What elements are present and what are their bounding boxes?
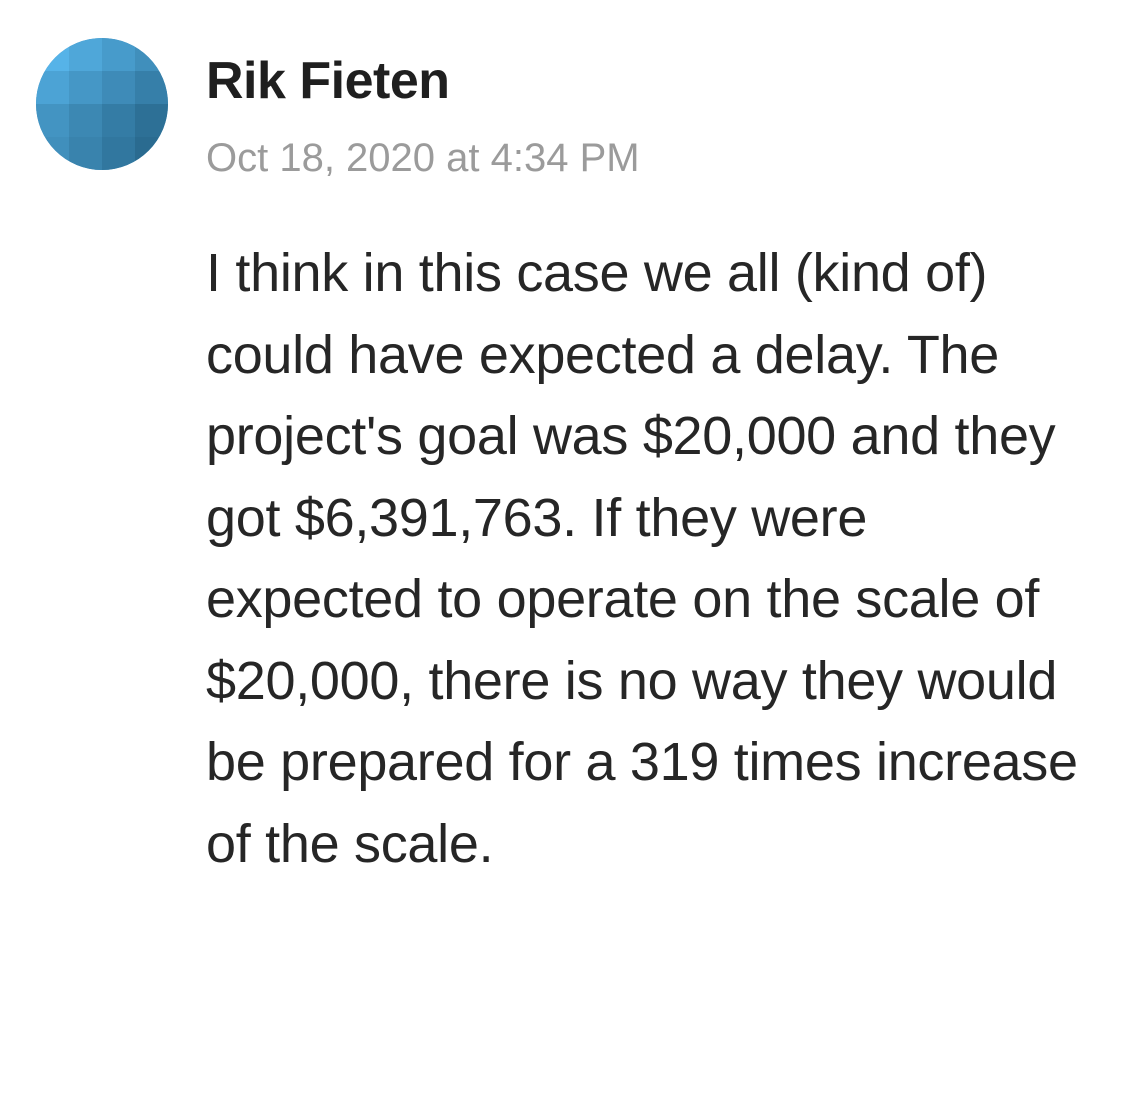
comment-body: I think in this case we all (kind of) co… bbox=[206, 243, 1078, 874]
avatar-tile bbox=[69, 38, 102, 71]
avatar-tile bbox=[36, 71, 69, 104]
comment-author[interactable]: Rik Fieten bbox=[206, 50, 450, 112]
avatar-tile bbox=[36, 38, 69, 71]
avatar-tile bbox=[102, 137, 135, 170]
avatar-tile bbox=[36, 137, 69, 170]
avatar-tile bbox=[69, 137, 102, 170]
avatar-tile bbox=[69, 71, 102, 104]
comment-card: Rik Fieten Oct 18, 2020 at 4:34 PM I thi… bbox=[0, 0, 1125, 1100]
avatar-tile bbox=[102, 38, 135, 71]
avatar-tile bbox=[135, 104, 168, 137]
avatar-tile bbox=[102, 71, 135, 104]
avatar-tile bbox=[69, 104, 102, 137]
avatar-tile bbox=[102, 104, 135, 137]
comment-timestamp: Oct 18, 2020 at 4:34 PM bbox=[206, 136, 640, 180]
user-avatar-icon[interactable] bbox=[36, 38, 168, 170]
avatar-tile bbox=[135, 137, 168, 170]
avatar-tile bbox=[135, 71, 168, 104]
avatar-tile bbox=[135, 38, 168, 71]
avatar-tile bbox=[36, 104, 69, 137]
